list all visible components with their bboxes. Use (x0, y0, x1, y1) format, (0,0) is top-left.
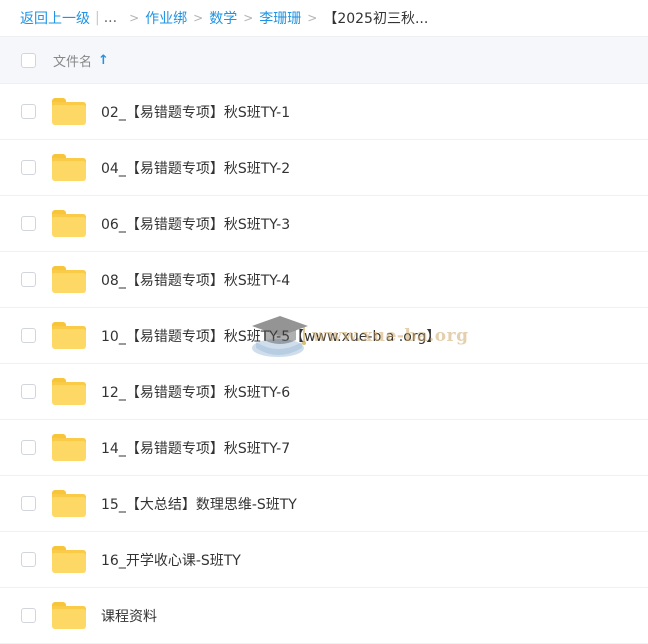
row-checkbox[interactable] (21, 328, 36, 343)
file-name[interactable]: 15_【大总结】数理思维-S班TY (101, 494, 297, 514)
column-header-label: 文件名 (53, 54, 93, 70)
file-name[interactable]: 04_【易错题专项】秋S班TY-2 (101, 158, 290, 178)
folder-icon (52, 434, 86, 461)
breadcrumb-separator: > (193, 11, 204, 25)
folder-icon (52, 98, 86, 125)
column-header-filename[interactable]: 文件名 ↑ (53, 51, 109, 70)
row-checkbox[interactable] (21, 440, 36, 455)
list-item[interactable]: 16_开学收心课-S班TY (0, 532, 648, 588)
file-name[interactable]: 08_【易错题专项】秋S班TY-4 (101, 270, 290, 290)
list-item[interactable]: 04_【易错题专项】秋S班TY-2 (0, 140, 648, 196)
breadcrumb-divider: | (95, 10, 100, 26)
row-checkbox[interactable] (21, 384, 36, 399)
breadcrumb-separator: > (243, 11, 254, 25)
file-name[interactable]: 10_【易错题专项】秋S班TY-5【www.xue-b a .org】 (101, 326, 440, 346)
breadcrumb-ellipsis[interactable]: ... (104, 10, 117, 26)
folder-icon (52, 322, 86, 349)
breadcrumb-item[interactable]: 数学 (209, 8, 237, 28)
file-name[interactable]: 12_【易错题专项】秋S班TY-6 (101, 382, 290, 402)
file-name[interactable]: 14_【易错题专项】秋S班TY-7 (101, 438, 290, 458)
file-name[interactable]: 02_【易错题专项】秋S班TY-1 (101, 102, 290, 122)
row-checkbox[interactable] (21, 104, 36, 119)
breadcrumb-item[interactable]: 李珊珊 (259, 8, 301, 28)
breadcrumb-item[interactable]: 作业绑 (145, 8, 187, 28)
list-item[interactable]: 10_【易错题专项】秋S班TY-5【www.xue-b a .org】 (0, 308, 648, 364)
breadcrumb-current: 【2025初三秋... (323, 11, 429, 27)
folder-icon (52, 490, 86, 517)
file-name[interactable]: 06_【易错题专项】秋S班TY-3 (101, 214, 290, 234)
file-list-header: 文件名 ↑ (0, 36, 648, 84)
list-item[interactable]: 06_【易错题专项】秋S班TY-3 (0, 196, 648, 252)
folder-icon (52, 154, 86, 181)
folder-icon (52, 546, 86, 573)
select-all-checkbox[interactable] (21, 52, 36, 68)
list-item[interactable]: 14_【易错题专项】秋S班TY-7 (0, 420, 648, 476)
back-link[interactable]: 返回上一级 (20, 8, 90, 28)
list-item[interactable]: 课程资料 (0, 588, 648, 644)
list-item[interactable]: 08_【易错题专项】秋S班TY-4 (0, 252, 648, 308)
file-list: 02_【易错题专项】秋S班TY-1 04_【易错题专项】秋S班TY-2 06_【… (0, 84, 648, 644)
row-checkbox[interactable] (21, 272, 36, 287)
row-checkbox[interactable] (21, 160, 36, 175)
row-checkbox[interactable] (21, 552, 36, 567)
file-name[interactable]: 16_开学收心课-S班TY (101, 550, 241, 570)
breadcrumb: 返回上一级 | ... > 作业绑 > 数学 > 李珊珊 > 【2025初三秋.… (0, 0, 648, 36)
folder-icon (52, 378, 86, 405)
row-checkbox[interactable] (21, 496, 36, 511)
breadcrumb-separator: > (307, 11, 318, 25)
folder-icon (52, 210, 86, 237)
list-item[interactable]: 15_【大总结】数理思维-S班TY (0, 476, 648, 532)
row-checkbox[interactable] (21, 216, 36, 231)
row-checkbox[interactable] (21, 608, 36, 623)
folder-icon (52, 602, 86, 629)
breadcrumb-separator: > (129, 11, 140, 25)
arrow-up-icon[interactable]: ↑ (98, 53, 109, 68)
list-item[interactable]: 12_【易错题专项】秋S班TY-6 (0, 364, 648, 420)
list-item[interactable]: 02_【易错题专项】秋S班TY-1 (0, 84, 648, 140)
file-name[interactable]: 课程资料 (101, 606, 157, 626)
folder-icon (52, 266, 86, 293)
